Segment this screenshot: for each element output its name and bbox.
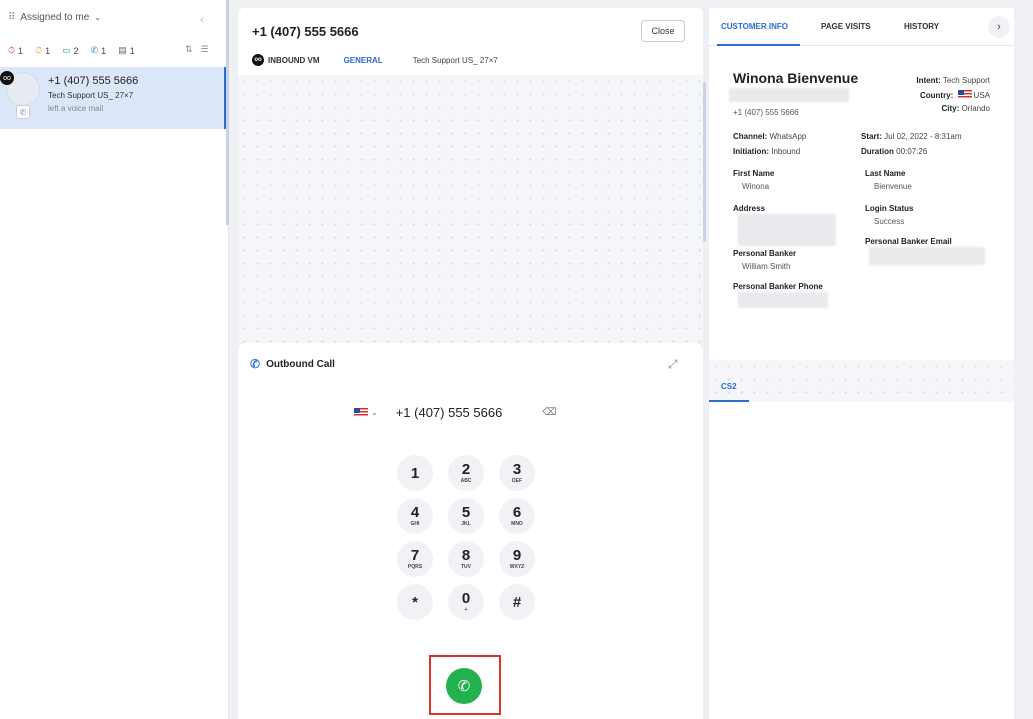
filter-phone[interactable]: ✆ 1 bbox=[91, 45, 107, 56]
assigned-filter-dropdown[interactable]: ⠿ Assigned to me ⌄ bbox=[8, 12, 101, 23]
last-name-value: Bienvenue bbox=[874, 182, 912, 191]
login-status-label: Login Status bbox=[865, 204, 914, 213]
key-1[interactable]: 1 bbox=[397, 455, 433, 491]
chevron-down-icon: ⌄ bbox=[94, 13, 101, 22]
conversation-sidebar: ⠿ Assigned to me ⌄ ‹ ⏱ 1 ⏱ 1 ▭ 2 ✆ 1 ▤ 1 ⇅ ☰ … bbox=[0, 0, 229, 719]
outbound-call-dialer: ✆ Outbound Call ⤢ ⌄ +1 (407) 555 5666 ⌫ … bbox=[238, 343, 703, 719]
chevron-down-icon[interactable]: ⌄ bbox=[371, 408, 378, 417]
expand-icon[interactable]: ⤢ bbox=[668, 357, 678, 372]
redacted-banker-phone bbox=[738, 292, 828, 308]
status-filters: ⏱ 1 ⏱ 1 ▭ 2 ✆ 1 ▤ 1 bbox=[8, 45, 135, 56]
conversation-last-message: left a voice mail bbox=[48, 104, 104, 113]
conversation-item[interactable]: oo ✆ +1 (407) 555 5666 Tech Support US_ … bbox=[0, 67, 227, 129]
phone-icon: ✆ bbox=[90, 45, 99, 55]
conversation-area bbox=[238, 75, 703, 343]
conversation-phone: +1 (407) 555 5666 bbox=[48, 75, 139, 87]
backspace-icon[interactable]: ⌫ bbox=[542, 407, 556, 418]
banker-label: Personal Banker bbox=[733, 249, 797, 258]
key-5[interactable]: 5 JKL bbox=[448, 498, 484, 534]
login-status-value: Success bbox=[874, 217, 905, 226]
key-8[interactable]: 8 TUV bbox=[448, 541, 484, 577]
key-hash[interactable]: # bbox=[499, 584, 535, 620]
channel-field: Channel: WhatsApp bbox=[733, 132, 807, 141]
first-name-label: First Name bbox=[733, 169, 775, 178]
interaction-phone: +1 (407) 555 5666 bbox=[252, 24, 359, 39]
country-field: Country: USA bbox=[919, 90, 990, 100]
customer-name: Winona Bienvenue bbox=[733, 70, 859, 86]
keypad: 1 2 ABC 3 DEF 4 GHI 5 JKL 6 MNO 7 PQRS 8 TUV 9W… bbox=[397, 455, 535, 620]
sort-icon[interactable]: ⇅ bbox=[185, 44, 193, 55]
banker-phone-label: Personal Banker Phone bbox=[733, 282, 823, 291]
last-name-label: Last Name bbox=[865, 169, 906, 178]
key-6[interactable]: 6 MNO bbox=[499, 498, 535, 534]
phone-channel-icon: ✆ bbox=[16, 105, 30, 119]
assigned-label: Assigned to me bbox=[20, 12, 90, 23]
tab-cs2[interactable]: CS2 bbox=[721, 382, 737, 391]
start-field: Start: Jul 02, 2022 - 8:31am bbox=[861, 132, 962, 141]
phone-icon: ✆ bbox=[457, 678, 471, 695]
category-tag[interactable]: GENERAL bbox=[344, 56, 383, 65]
voicemail-icon: oo bbox=[252, 54, 264, 66]
cs2-panel bbox=[709, 402, 1014, 719]
key-2[interactable]: 2 ABC bbox=[448, 455, 484, 491]
collapse-sidebar-button[interactable]: ‹ bbox=[200, 12, 204, 26]
customer-phone: +1 (407) 555 5666 bbox=[733, 108, 799, 117]
key-star[interactable]: * bbox=[397, 584, 433, 620]
customer-info-card: Winona Bienvenue +1 (407) 555 5666 Inten… bbox=[709, 46, 1014, 360]
redacted-field bbox=[729, 88, 849, 102]
interaction-type: oo INBOUND VM bbox=[252, 54, 320, 66]
tab-customer-info[interactable]: CUSTOMER INFO bbox=[721, 22, 788, 31]
queue-label: Tech Support US_ 27×7 bbox=[412, 55, 498, 65]
call-button-highlight: ✆ bbox=[429, 655, 501, 715]
chevron-right-icon[interactable]: › bbox=[988, 16, 1010, 38]
filter-pending[interactable]: ⏱ 1 bbox=[35, 45, 50, 56]
banker-value: William Smith bbox=[742, 262, 791, 271]
intent-field: Intent: Tech Support bbox=[916, 76, 990, 85]
customer-tabs: CUSTOMER INFO PAGE VISITS HISTORY › bbox=[709, 8, 1014, 46]
address-label: Address bbox=[733, 204, 766, 213]
initiation-field: Initiation: Inbound bbox=[733, 147, 801, 156]
first-name-value: Winona bbox=[742, 182, 770, 191]
dialer-title: Outbound Call bbox=[266, 358, 335, 370]
close-button[interactable]: Close bbox=[641, 20, 685, 42]
conversation-queue: Tech Support US_ 27×7 bbox=[48, 91, 134, 100]
redacted-email bbox=[869, 247, 985, 265]
banker-email-label: Personal Banker Email bbox=[865, 237, 952, 246]
chat-icon: ▭ bbox=[62, 45, 71, 55]
list-view-icon[interactable]: ☰ bbox=[201, 44, 209, 55]
filter-missed[interactable]: ⏱ 1 bbox=[8, 45, 23, 56]
us-flag-icon[interactable] bbox=[354, 408, 368, 417]
grid-icon: ⠿ bbox=[8, 12, 16, 23]
sidebar-scrollbar[interactable] bbox=[226, 0, 229, 225]
filter-message[interactable]: ▤ 1 bbox=[118, 45, 135, 56]
voicemail-icon: oo bbox=[0, 71, 14, 85]
key-3[interactable]: 3 DEF bbox=[499, 455, 535, 491]
interaction-header: +1 (407) 555 5666 Close oo INBOUND VM GE… bbox=[238, 8, 703, 75]
key-7[interactable]: 7 PQRS bbox=[397, 541, 433, 577]
us-flag-icon bbox=[957, 90, 972, 99]
missed-icon: ⏱ bbox=[8, 45, 16, 55]
city-field: City: Orlando bbox=[941, 104, 990, 113]
message-icon: ▤ bbox=[118, 45, 127, 55]
cs2-tabs: CS2 bbox=[709, 360, 1014, 402]
conversation-scrollbar[interactable] bbox=[703, 82, 706, 242]
call-button[interactable]: ✆ bbox=[446, 668, 482, 704]
tab-page-visits[interactable]: PAGE VISITS bbox=[821, 22, 871, 31]
phone-icon: ✆ bbox=[250, 357, 261, 371]
key-4[interactable]: 4 GHI bbox=[397, 498, 433, 534]
duration-field: Duration 00:07:26 bbox=[861, 147, 928, 156]
key-9[interactable]: 9 WXYZ bbox=[499, 541, 535, 577]
dial-number-display[interactable]: +1 (407) 555 5666 bbox=[396, 405, 503, 420]
tab-history[interactable]: HISTORY bbox=[904, 22, 939, 31]
key-0[interactable]: 0 + bbox=[448, 584, 484, 620]
redacted-address bbox=[738, 214, 836, 246]
pending-icon: ⏱ bbox=[35, 45, 43, 55]
filter-chat[interactable]: ▭ 2 bbox=[62, 45, 79, 56]
